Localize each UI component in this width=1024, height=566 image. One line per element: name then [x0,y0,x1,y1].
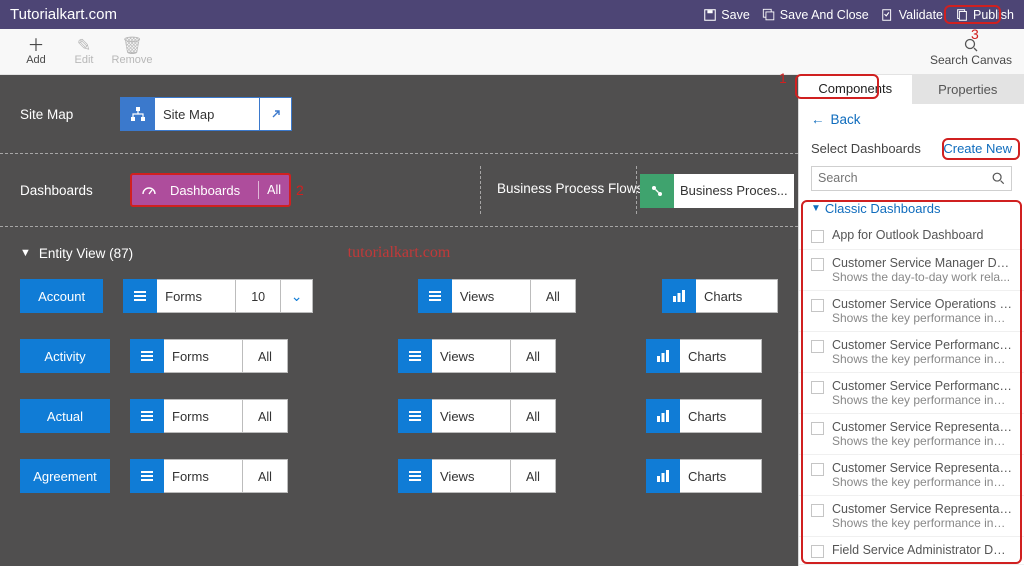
app-title: Tutorialkart.com [10,6,703,23]
add-button[interactable]: ＋Add [12,37,60,66]
grid-icon [418,279,452,313]
save-icon [703,8,717,22]
chart-icon [646,459,680,493]
bpf-icon [640,174,674,208]
list-item[interactable]: Customer Service Representativ...Shows t… [799,455,1024,496]
checkbox[interactable] [811,299,824,312]
views-tile[interactable]: ViewsAll [398,399,556,433]
validate-button[interactable]: Validate [881,8,943,22]
grid-icon [130,339,164,373]
list-item[interactable]: Customer Service Representativ...Shows t… [799,414,1024,455]
checkbox[interactable] [811,463,824,476]
checkbox[interactable] [811,381,824,394]
bpf-tile[interactable]: Business Proces... [640,174,794,208]
remove-button: 🗑Remove [108,37,156,66]
right-panel: Components Properties ← Back Select Dash… [798,75,1024,566]
save-close-icon [762,8,776,22]
list-item[interactable]: Customer Service Operations D...Shows th… [799,291,1024,332]
toolbar: ＋Add ✎Edit 🗑Remove Search Canvas [0,29,1024,75]
annotation-1: 1 [779,70,787,86]
publish-icon [955,8,969,22]
checkbox[interactable] [811,230,824,243]
entity-cell[interactable]: Account [20,279,103,313]
grid-icon [398,339,432,373]
entity-view-header[interactable]: ▼ Entity View (87) tutorialkart.com [0,227,798,279]
grid-icon [130,399,164,433]
tab-properties[interactable]: Properties [912,75,1024,104]
save-close-button[interactable]: Save And Close [762,8,869,22]
grid-icon [398,459,432,493]
caret-down-icon: ▼ [811,203,821,214]
charts-tile[interactable]: Charts [646,399,762,433]
back-button[interactable]: ← Back [799,104,1024,135]
watermark: tutorialkart.com [348,244,451,262]
entity-header-label: Entity View (87) [39,246,133,261]
save-button[interactable]: Save [703,8,750,22]
grid-icon [398,399,432,433]
grid-icon [123,279,157,313]
checkbox[interactable] [811,422,824,435]
search-icon [991,171,1005,185]
dashboards-all[interactable]: All [259,183,289,197]
speedometer-icon [132,182,166,198]
charts-tile[interactable]: Charts [662,279,778,313]
list-item[interactable]: Customer Service Manager Das...Shows the… [799,250,1024,291]
sitemap-label: Site Map [20,107,120,122]
search-input-wrapper[interactable] [811,166,1012,191]
entity-cell[interactable]: Actual [20,399,110,433]
header-bar: Tutorialkart.com Save Save And Close Val… [0,0,1024,29]
views-tile[interactable]: ViewsAll [398,459,556,493]
annotation-2: 2 [296,182,304,198]
grid-icon [130,459,164,493]
views-tile[interactable]: ViewsAll [398,339,556,373]
list-item[interactable]: Field Service Administrator Das... [799,537,1024,565]
charts-tile[interactable]: Charts [646,459,762,493]
edit-button: ✎Edit [60,37,108,66]
classic-dashboards-header[interactable]: ▼ Classic Dashboards [799,197,1024,222]
sitemap-icon [121,97,155,131]
chevron-down-icon[interactable]: ⌄ [281,279,313,313]
forms-tile[interactable]: FormsAll [130,339,288,373]
select-dashboards-label: Select Dashboards [811,141,921,156]
list-item[interactable]: App for Outlook Dashboard [799,222,1024,250]
forms-tile[interactable]: FormsAll [130,399,288,433]
list-item[interactable]: Customer Service Performance ...Shows th… [799,373,1024,414]
annotation-3: 3 [971,26,979,42]
sitemap-tile-label: Site Map [155,107,226,122]
checkbox[interactable] [811,504,824,517]
dashboards-tile-label: Dashboards [166,183,258,198]
arrow-left-icon: ← [811,112,825,127]
canvas: Site Map Site Map Dashboards Dashboards … [0,75,798,566]
dashboards-tile[interactable]: Dashboards All [130,173,291,207]
dashboards-label: Dashboards [20,183,130,198]
checkbox[interactable] [811,545,824,558]
sitemap-expand[interactable] [260,97,292,131]
bpf-label: Business Process Flows [497,181,643,196]
search-input[interactable] [818,171,991,185]
entity-cell[interactable]: Activity [20,339,110,373]
list-item[interactable]: Customer Service Representativ...Shows t… [799,496,1024,537]
sitemap-tile[interactable]: Site Map [120,97,260,131]
tab-components[interactable]: Components [799,75,912,104]
caret-down-icon: ▼ [20,247,31,259]
views-tile[interactable]: ViewsAll [418,279,576,313]
chart-icon [646,399,680,433]
publish-button[interactable]: Publish [955,8,1014,22]
create-new-link[interactable]: Create New [943,141,1012,156]
chart-icon [646,339,680,373]
checkbox[interactable] [811,340,824,353]
charts-tile[interactable]: Charts [646,339,762,373]
bpf-tile-label: Business Proces... [674,174,794,208]
forms-tile[interactable]: Forms10⌄ [123,279,313,313]
forms-tile[interactable]: FormsAll [130,459,288,493]
validate-icon [881,8,895,22]
list-item[interactable]: Customer Service Performance ...Shows th… [799,332,1024,373]
checkbox[interactable] [811,258,824,271]
entity-cell[interactable]: Agreement [20,459,110,493]
chart-icon [662,279,696,313]
